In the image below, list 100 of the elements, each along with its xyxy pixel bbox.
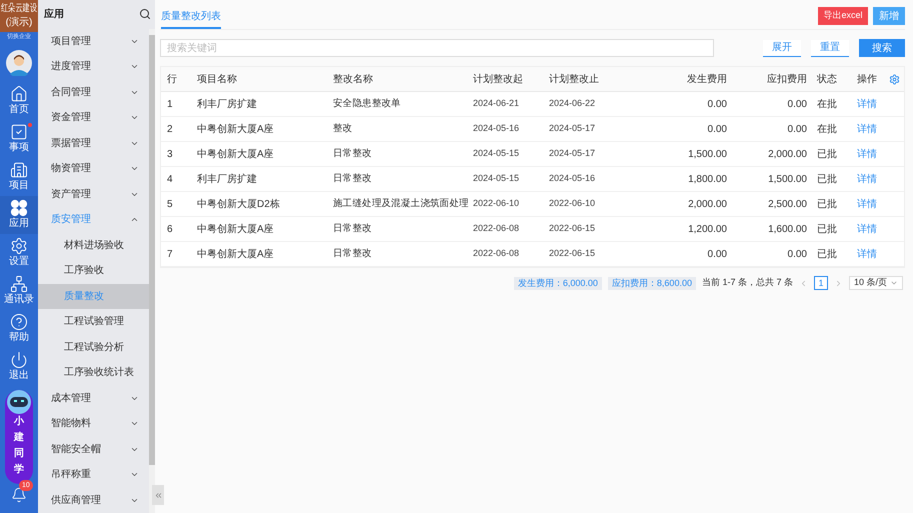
table-cell-text: 安全隐患整改单 xyxy=(333,96,402,111)
scrollbar[interactable] xyxy=(149,28,155,513)
menu-item[interactable]: 进度管理 xyxy=(38,54,149,80)
table-cell-text: 0.00 xyxy=(786,122,808,136)
table-cell-text: 1,800.00 xyxy=(687,172,728,186)
table-cell-text: 2022-06-10 xyxy=(473,197,520,210)
details-link[interactable]: 详情 xyxy=(849,196,889,212)
building-icon xyxy=(10,161,28,179)
table-cell-text: 3 xyxy=(166,148,174,162)
reset-button[interactable]: 重置 xyxy=(811,40,849,56)
check-icon xyxy=(10,123,28,141)
menu-item[interactable]: 票据管理 xyxy=(38,130,149,156)
details-link[interactable]: 详情 xyxy=(849,122,889,136)
table-cell-text: 中粤创新大厦A座 xyxy=(197,222,275,236)
tab[interactable]: 质量整改列表 xyxy=(161,9,221,29)
submenu-item[interactable]: 工程试验分析 xyxy=(38,334,149,360)
details-link[interactable]: 详情 xyxy=(849,146,889,162)
submenu-item[interactable]: 工程试验管理 xyxy=(38,309,149,334)
assistant-label-char: 同 xyxy=(14,447,24,461)
double-chevron-left-icon xyxy=(154,490,162,500)
chevron-down-icon xyxy=(890,279,898,287)
assistant-label-char: 小 xyxy=(14,414,24,429)
assistant-label-char: 学 xyxy=(14,462,24,477)
details-link[interactable]: 详情 xyxy=(849,222,889,236)
details-link[interactable]: 详情 xyxy=(849,246,889,262)
menu-item[interactable]: 质安管理 xyxy=(38,207,149,232)
assistant-label-char: 建 xyxy=(14,430,24,445)
submenu-item[interactable]: 工序验收统计表 xyxy=(38,360,149,386)
table-cell-text: 0.00 xyxy=(706,122,728,136)
collapse-sidebar-button[interactable] xyxy=(152,485,164,505)
expand-button[interactable]: 展开 xyxy=(763,40,801,56)
details-link[interactable]: 详情 xyxy=(849,96,889,112)
robot-icon xyxy=(5,390,33,414)
submenu-item[interactable]: 材料进场验收 xyxy=(38,232,149,258)
table-cell-text: 2022-06-10 xyxy=(549,197,596,210)
settings-icon[interactable] xyxy=(889,74,900,84)
table-cell-text: 0.00 xyxy=(706,98,728,112)
help-icon xyxy=(10,313,28,331)
table-cell-text: 已批 xyxy=(816,222,838,236)
menu-title: 应用 xyxy=(44,7,64,22)
org-chart-icon xyxy=(10,275,28,293)
table-cell-text: 0.00 xyxy=(786,98,808,112)
search-field[interactable]: 搜索关键词 xyxy=(160,39,714,57)
table-cell-text: 已批 xyxy=(816,248,838,262)
column-header: 操作 xyxy=(856,72,878,86)
add-button[interactable]: 新增 xyxy=(873,7,905,25)
nav-rail-item[interactable]: 首页 xyxy=(0,82,38,120)
table-cell-text: 中粤创新大厦D2栋 xyxy=(197,198,281,212)
page-button[interactable]: 1 xyxy=(814,276,828,290)
menu-item[interactable]: 资产管理 xyxy=(38,182,149,207)
table-cell-text: 2022-06-15 xyxy=(549,247,596,260)
table-cell-text: 2022-06-15 xyxy=(549,222,596,236)
table-cell-text: 0.00 xyxy=(706,248,728,262)
nav-rail-item[interactable]: 通讯录 xyxy=(0,272,38,310)
nav-rail-item[interactable]: 帮助 xyxy=(0,310,38,348)
search-button[interactable]: 搜索 xyxy=(859,39,905,57)
table-cell-text: 整改 xyxy=(333,122,354,136)
table-cell-text: 1,500.00 xyxy=(687,148,728,162)
nav-rail-item[interactable]: 应用 xyxy=(0,196,38,234)
table-cell-text: 2024-06-21 xyxy=(473,97,520,110)
menu-item[interactable]: 项目管理 xyxy=(38,28,149,54)
table-cell-text: 2,000.00 xyxy=(767,148,808,162)
table-cell-text: 日常整改 xyxy=(333,222,373,236)
brand-suffix: (演示) xyxy=(6,16,32,30)
home-icon xyxy=(10,85,28,103)
menu-item[interactable]: 智能物料 xyxy=(38,411,149,436)
power-icon xyxy=(10,351,28,369)
bell-icon[interactable] xyxy=(11,487,27,503)
menu-item[interactable]: 物资管理 xyxy=(38,156,149,182)
table-cell-text: 已批 xyxy=(816,172,838,186)
menu-item[interactable]: 吊秤称重 xyxy=(38,462,149,488)
nav-rail-item[interactable]: 项目 xyxy=(0,158,38,196)
menu-item[interactable]: 供应商管理 xyxy=(38,488,149,513)
menu-item[interactable]: 智能安全帽 xyxy=(38,436,149,462)
table-cell-text: 2,500.00 xyxy=(767,198,808,212)
table-cell-text: 2024-05-15 xyxy=(473,172,520,186)
range-text: 当前 1-7 条，总共 7 条 xyxy=(702,276,793,290)
table-cell-text: 2022-06-08 xyxy=(473,247,520,260)
table-cell-text: 2024-05-16 xyxy=(549,172,596,186)
table-cell-text: 中粤创新大厦A座 xyxy=(197,148,275,162)
menu-item[interactable]: 资金管理 xyxy=(38,105,149,130)
table-cell-text: 利丰厂房扩建 xyxy=(197,98,258,112)
nav-rail-item[interactable]: 设置 xyxy=(0,234,38,272)
table-cell-text: 2024-06-22 xyxy=(549,97,596,110)
nav-rail-item[interactable]: 事项 xyxy=(0,120,38,158)
table-cell-text: 日常整改 xyxy=(333,146,373,161)
table-cell-text: 2024-05-17 xyxy=(549,147,596,160)
nav-rail-item[interactable]: 退出 xyxy=(0,348,38,386)
menu-item[interactable]: 合同管理 xyxy=(38,80,149,105)
column-header: 行 xyxy=(166,72,178,86)
details-link[interactable]: 详情 xyxy=(849,172,889,186)
menu-item[interactable]: 成本管理 xyxy=(38,386,149,411)
export-button[interactable]: 导出excel xyxy=(818,7,868,25)
column-header: 计划整改止 xyxy=(549,72,600,86)
table-cell-text: 1 xyxy=(166,98,174,112)
table-cell-text: 施工缝处理及混凝土浇筑面处理 xyxy=(333,196,470,211)
submenu-item[interactable]: 工序验收 xyxy=(38,258,149,284)
search-icon[interactable] xyxy=(139,8,151,20)
table-cell-text: 4 xyxy=(166,172,174,186)
page-size-select[interactable]: 10 条/页 xyxy=(848,276,903,290)
